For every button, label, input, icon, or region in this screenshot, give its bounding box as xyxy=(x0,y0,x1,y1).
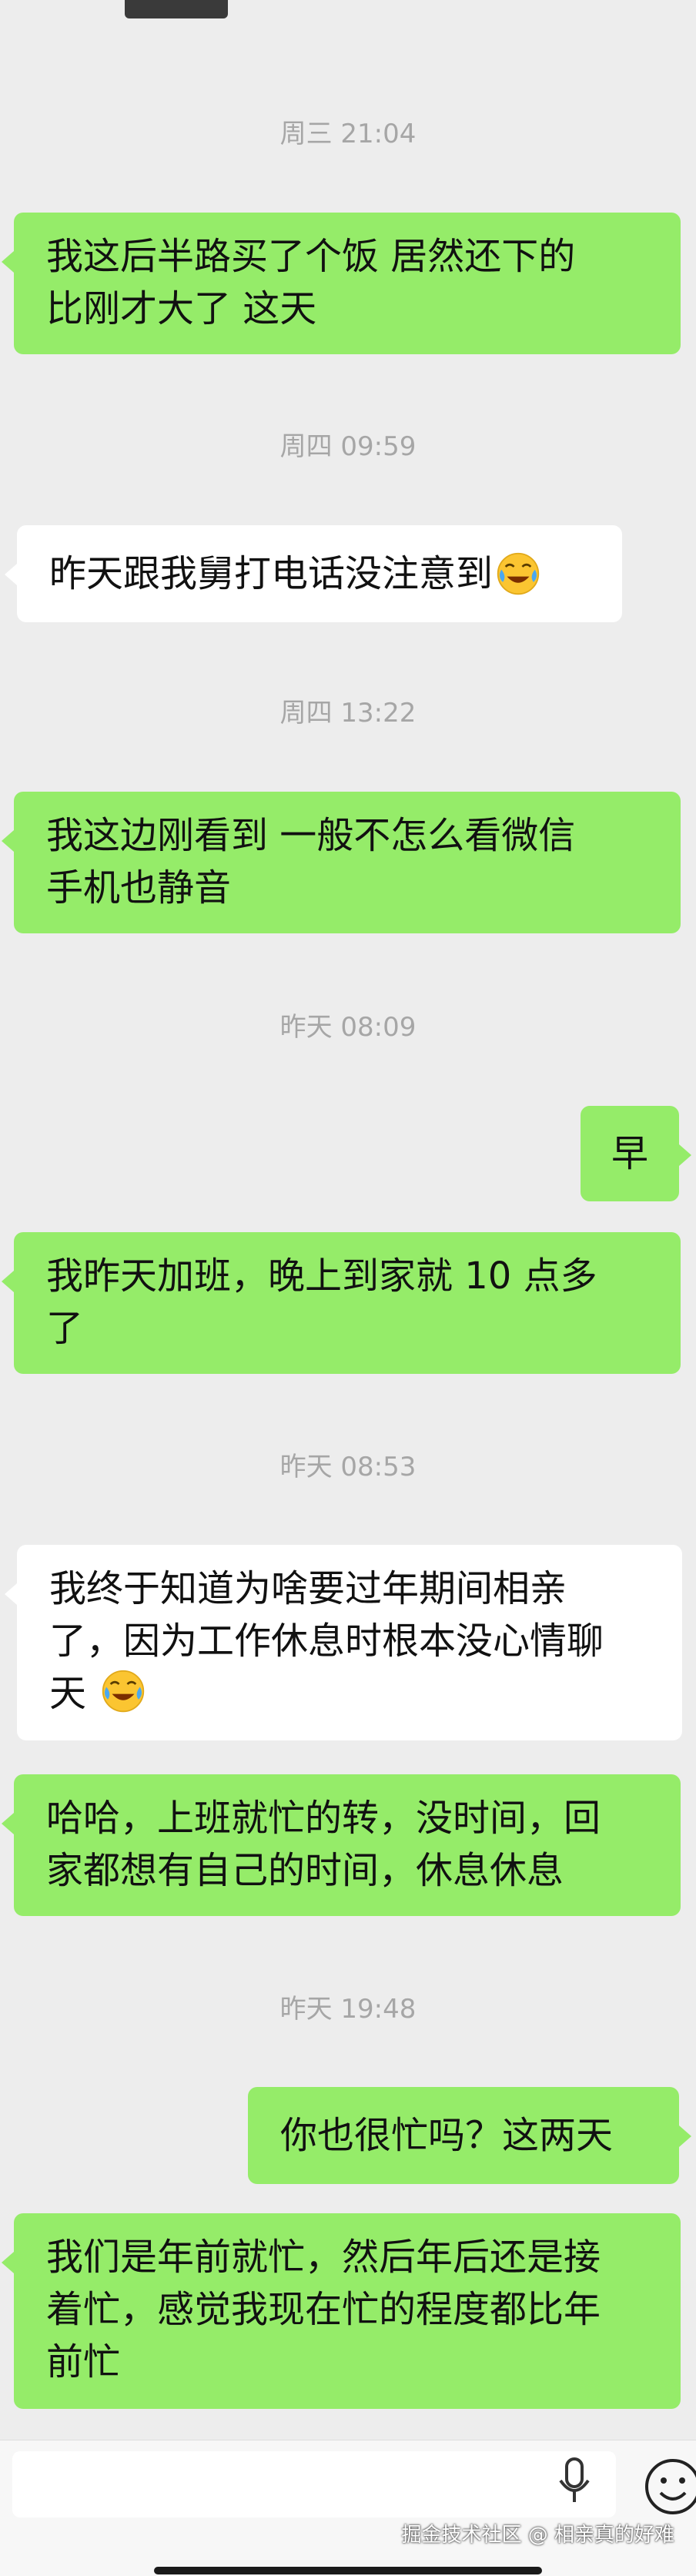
message-line: 哈哈，上班就忙的转，没时间，回 xyxy=(46,1797,601,1840)
message-line: 我这边刚看到 一般不怎么看微信 xyxy=(46,814,576,857)
top-image-fragment xyxy=(125,0,228,18)
bubble-tail xyxy=(2,830,14,852)
message-bubble[interactable]: 你也很忙吗？这两天 xyxy=(248,2087,691,2184)
message-line: 早 xyxy=(611,1132,648,1175)
message-bubble[interactable]: 早 xyxy=(581,1106,691,1201)
home-indicator xyxy=(154,2567,542,2574)
message-bubble[interactable]: 我昨天加班，晚上到家就 10 点多 了 xyxy=(2,1232,681,1374)
timestamp: 周四 09:59 xyxy=(279,431,417,462)
crying-laughing-emoji xyxy=(497,552,540,595)
message-bubble[interactable]: 我们是年前就忙，然后年后还是接 着忙，感觉我现在忙的程度都比年 前忙 xyxy=(2,2213,681,2409)
message-line: 你也很忙吗？这两天 xyxy=(280,2114,614,2157)
smiley-face-icon[interactable] xyxy=(642,2456,696,2517)
bubble-tail xyxy=(5,1583,17,1605)
message-line: 家都想有自己的时间，休息休息 xyxy=(46,1849,564,1892)
bubble-tail xyxy=(679,1144,691,1166)
bubble-tail xyxy=(2,1271,14,1292)
message-input[interactable] xyxy=(12,2451,616,2517)
crying-laughing-emoji xyxy=(102,1670,145,1713)
microphone-icon[interactable] xyxy=(557,2457,591,2507)
bubble-tail xyxy=(2,2252,14,2273)
message-line: 我终于知道为啥要过年期间相亲 xyxy=(49,1567,567,1610)
message-line: 了，因为工作休息时根本没心情聊 xyxy=(49,1620,604,1663)
timestamp: 昨天 08:53 xyxy=(279,1452,417,1482)
message-bubble[interactable]: 我终于知道为啥要过年期间相亲 了，因为工作休息时根本没心情聊 天 xyxy=(5,1545,682,1740)
timestamp: 周三 21:04 xyxy=(279,119,417,149)
timestamp: 昨天 19:48 xyxy=(279,1994,417,2025)
message-line: 前忙 xyxy=(46,2340,121,2383)
message-line: 天 xyxy=(49,1672,87,1715)
message-line: 我们是年前就忙，然后年后还是接 xyxy=(46,2236,601,2279)
timestamp: 昨天 08:09 xyxy=(279,1012,417,1043)
message-line: 我昨天加班，晚上到家就 10 点多 xyxy=(46,1255,597,1298)
message-line: 手机也静音 xyxy=(46,866,232,909)
bubble-tail xyxy=(679,2125,691,2147)
message-line: 昨天跟我舅打电话没注意到 xyxy=(49,552,494,595)
message-line: 了 xyxy=(46,1307,84,1350)
message-line: 比刚才大了 这天 xyxy=(46,287,317,330)
message-line: 我这后半路买了个饭 居然还下的 xyxy=(46,235,576,278)
bubble-tail xyxy=(2,251,14,273)
bubble-tail xyxy=(2,1813,14,1834)
watermark: 掘金技术社区 @ 相亲真的好难 xyxy=(401,2524,674,2547)
message-bubble[interactable]: 我这边刚看到 一般不怎么看微信 手机也静音 xyxy=(2,792,681,933)
timestamp: 周四 13:22 xyxy=(279,698,417,729)
message-bubble[interactable]: 哈哈，上班就忙的转，没时间，回 家都想有自己的时间，休息休息 xyxy=(2,1774,681,1916)
message-line: 着忙，感觉我现在忙的程度都比年 xyxy=(46,2288,601,2331)
message-bubble[interactable]: 我这后半路买了个饭 居然还下的 比刚才大了 这天 xyxy=(2,213,681,354)
bubble-tail xyxy=(5,564,17,585)
message-bubble[interactable]: 昨天跟我舅打电话没注意到 xyxy=(5,525,622,622)
input-bar: 掘金技术社区 @ 相亲真的好难 xyxy=(0,2440,696,2576)
